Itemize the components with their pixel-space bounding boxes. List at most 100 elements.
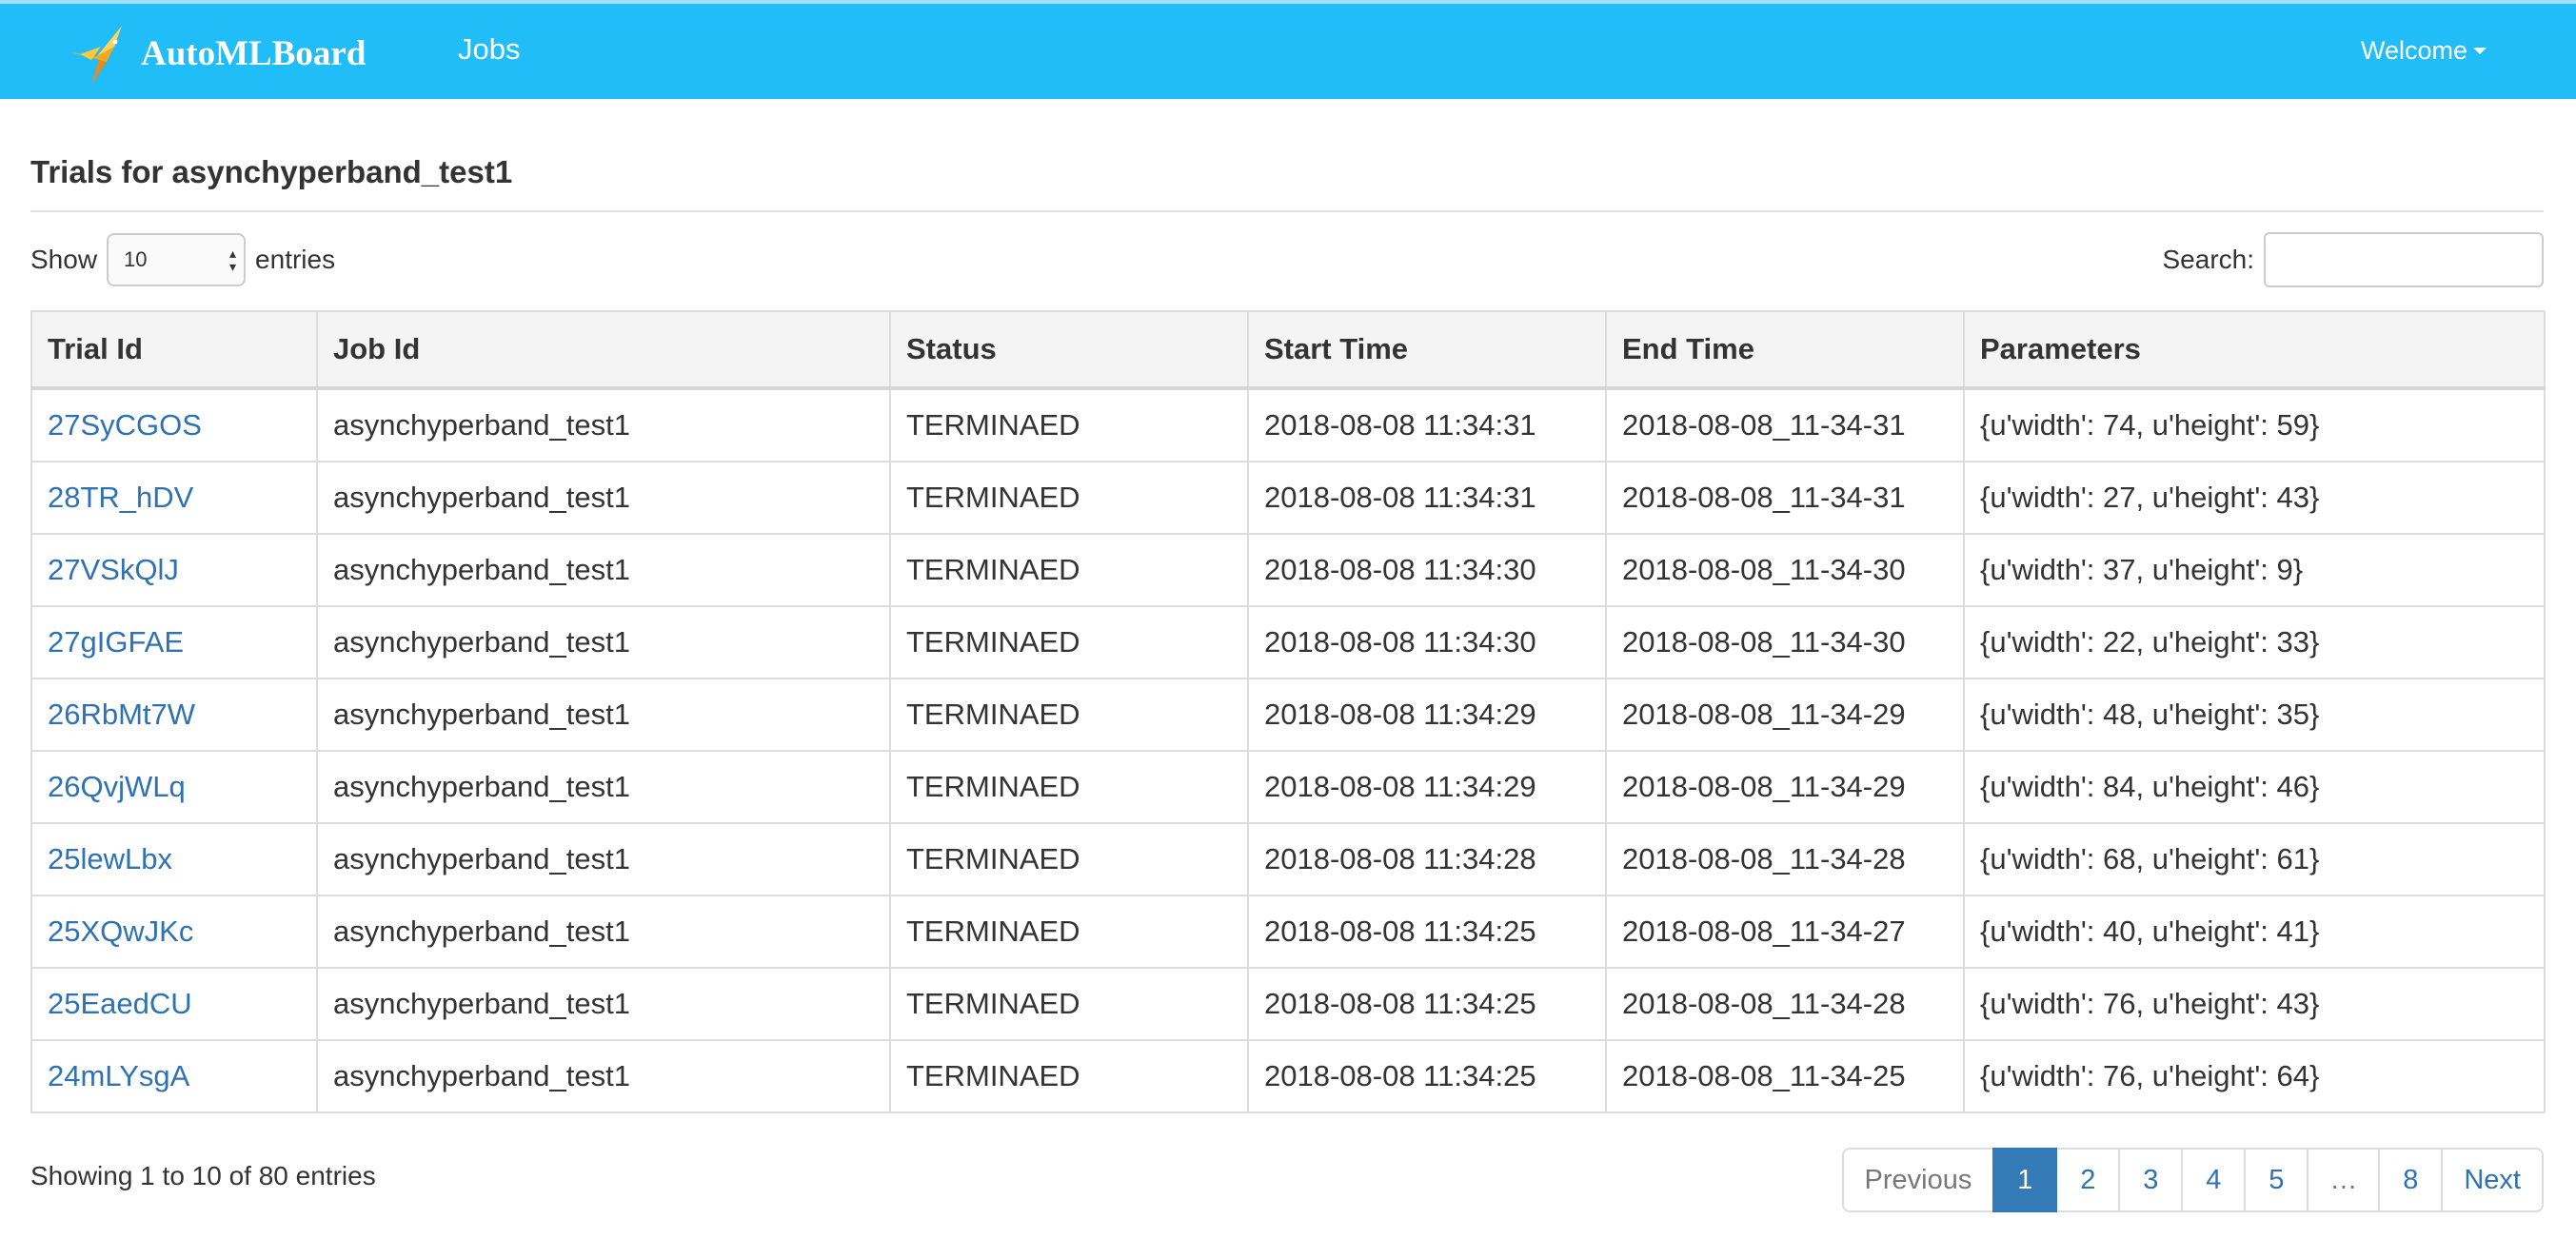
job-id-cell: asynchyperband_test1 <box>316 461 891 535</box>
start-time-cell: 2018-08-08 11:34:25 <box>1247 1039 1607 1113</box>
status-cell: TERMINAED <box>889 895 1249 969</box>
pagination-ellipsis: … <box>2307 1148 2381 1212</box>
trial-id-link[interactable]: 25XQwJKc <box>48 914 193 948</box>
trial-id-link[interactable]: 25EaedCU <box>48 987 192 1020</box>
column-header-start-time[interactable]: Start Time <box>1247 310 1607 390</box>
bird-logo-icon <box>70 26 122 85</box>
pagination: Previous 1 2 3 4 5 … 8 Next <box>1841 1148 2544 1212</box>
table-row: 27gIGFAE asynchyperband_test1 TERMINAED … <box>30 605 2546 679</box>
pagination-page-2[interactable]: 2 <box>2055 1148 2121 1212</box>
trial-id-link[interactable]: 28TR_hDV <box>48 481 193 514</box>
parameters-cell: {u'width': 74, u'height': 59} <box>1963 387 2546 462</box>
entries-select-value: 10 <box>124 247 148 271</box>
pagination-page-4[interactable]: 4 <box>2181 1148 2247 1212</box>
end-time-cell: 2018-08-08_11-34-28 <box>1605 822 1965 896</box>
parameters-cell: {u'width': 68, u'height': 61} <box>1963 822 2546 896</box>
parameters-cell: {u'width': 48, u'height': 35} <box>1963 678 2546 752</box>
welcome-dropdown[interactable]: Welcome <box>2361 36 2487 66</box>
welcome-label: Welcome <box>2360 36 2467 65</box>
end-time-cell: 2018-08-08_11-34-29 <box>1605 750 1965 824</box>
nav-jobs-link[interactable]: Jobs <box>458 32 520 67</box>
pagination-page-8[interactable]: 8 <box>2378 1148 2444 1212</box>
job-id-cell: asynchyperband_test1 <box>316 678 891 752</box>
page-title: Trials for asynchyperband_test1 <box>30 154 513 189</box>
column-header-status[interactable]: Status <box>889 310 1249 390</box>
parameters-cell: {u'width': 76, u'height': 64} <box>1963 1039 2546 1113</box>
job-id-cell: asynchyperband_test1 <box>316 1039 891 1113</box>
table-row: 25EaedCU asynchyperband_test1 TERMINAED … <box>30 967 2546 1041</box>
status-cell: TERMINAED <box>889 750 1249 824</box>
table-row: 24mLYsgA asynchyperband_test1 TERMINAED … <box>30 1039 2546 1113</box>
pagination-page-5[interactable]: 5 <box>2244 1148 2309 1212</box>
trial-id-cell: 25XQwJKc <box>30 895 318 969</box>
entries-length-control: Show 10 ▴ ▾ entries <box>30 232 335 287</box>
parameters-cell: {u'width': 37, u'height': 9} <box>1963 533 2546 607</box>
trial-id-cell: 27VSkQlJ <box>30 533 318 607</box>
trial-id-cell: 25EaedCU <box>30 967 318 1041</box>
pagination-page-3[interactable]: 3 <box>2118 1148 2184 1212</box>
start-time-cell: 2018-08-08 11:34:25 <box>1247 967 1607 1041</box>
caret-down-icon <box>2473 48 2487 54</box>
table-header-row: Trial Id Job Id Status Start Time End Ti… <box>30 310 2546 390</box>
entries-label: entries <box>255 245 336 274</box>
end-time-cell: 2018-08-08_11-34-31 <box>1605 461 1965 535</box>
parameters-cell: {u'width': 22, u'height': 33} <box>1963 605 2546 679</box>
parameters-cell: {u'width': 84, u'height': 46} <box>1963 750 2546 824</box>
end-time-cell: 2018-08-08_11-34-25 <box>1605 1039 1965 1113</box>
job-id-cell: asynchyperband_test1 <box>316 750 891 824</box>
table-row: 25lewLbx asynchyperband_test1 TERMINAED … <box>30 822 2546 896</box>
status-cell: TERMINAED <box>889 387 1249 462</box>
table-row: 28TR_hDV asynchyperband_test1 TERMINAED … <box>30 461 2546 535</box>
trial-id-link[interactable]: 26RbMt7W <box>48 698 195 731</box>
brand-link[interactable]: AutoMLBoard <box>63 17 366 89</box>
column-header-parameters[interactable]: Parameters <box>1963 310 2546 390</box>
trial-id-link[interactable]: 26QvjWLq <box>48 770 186 803</box>
trial-id-link[interactable]: 25lewLbx <box>48 842 172 875</box>
start-time-cell: 2018-08-08 11:34:28 <box>1247 822 1607 896</box>
table-row: 27SyCGOS asynchyperband_test1 TERMINAED … <box>30 387 2546 462</box>
job-id-cell: asynchyperband_test1 <box>316 822 891 896</box>
column-header-end-time[interactable]: End Time <box>1605 310 1965 390</box>
entries-select[interactable]: 10 ▴ ▾ <box>107 233 247 286</box>
start-time-cell: 2018-08-08 11:34:25 <box>1247 895 1607 969</box>
trial-id-link[interactable]: 24mLYsgA <box>48 1059 189 1092</box>
trial-id-cell: 26RbMt7W <box>30 678 318 752</box>
job-id-cell: asynchyperband_test1 <box>316 533 891 607</box>
parameters-cell: {u'width': 40, u'height': 41} <box>1963 895 2546 969</box>
pagination-previous-button[interactable]: Previous <box>1841 1148 1995 1212</box>
trial-id-link[interactable]: 27VSkQlJ <box>48 553 179 586</box>
trial-id-link[interactable]: 27SyCGOS <box>48 408 202 442</box>
search-label: Search: <box>2162 245 2255 274</box>
end-time-cell: 2018-08-08_11-34-27 <box>1605 895 1965 969</box>
start-time-cell: 2018-08-08 11:34:30 <box>1247 605 1607 679</box>
brand-name: AutoMLBoard <box>141 33 367 73</box>
status-cell: TERMINAED <box>889 533 1249 607</box>
end-time-cell: 2018-08-08_11-34-30 <box>1605 605 1965 679</box>
table-row: 25XQwJKc asynchyperband_test1 TERMINAED … <box>30 895 2546 969</box>
search-input[interactable] <box>2264 232 2544 287</box>
pagination-page-1[interactable]: 1 <box>1992 1148 2058 1212</box>
trial-id-cell: 24mLYsgA <box>30 1039 318 1113</box>
trials-table: Trial Id Job Id Status Start Time End Ti… <box>30 310 2546 1113</box>
trial-id-cell: 27gIGFAE <box>30 605 318 679</box>
column-header-job-id[interactable]: Job Id <box>316 310 891 390</box>
start-time-cell: 2018-08-08 11:34:29 <box>1247 750 1607 824</box>
trial-id-link[interactable]: 27gIGFAE <box>48 625 184 659</box>
trial-id-cell: 28TR_hDV <box>30 461 318 535</box>
status-cell: TERMINAED <box>889 822 1249 896</box>
show-label: Show <box>30 245 98 274</box>
select-arrows-icon: ▴ ▾ <box>229 246 237 274</box>
pagination-next-button[interactable]: Next <box>2441 1148 2544 1212</box>
end-time-cell: 2018-08-08_11-34-29 <box>1605 678 1965 752</box>
end-time-cell: 2018-08-08_11-34-30 <box>1605 533 1965 607</box>
parameters-cell: {u'width': 27, u'height': 43} <box>1963 461 2546 535</box>
end-time-cell: 2018-08-08_11-34-28 <box>1605 967 1965 1041</box>
start-time-cell: 2018-08-08 11:34:30 <box>1247 533 1607 607</box>
job-id-cell: asynchyperband_test1 <box>316 967 891 1041</box>
trials-table-body: 27SyCGOS asynchyperband_test1 TERMINAED … <box>30 387 2546 1113</box>
column-header-trial-id[interactable]: Trial Id <box>30 310 318 390</box>
table-info-text: Showing 1 to 10 of 80 entries <box>30 1161 376 1190</box>
trial-id-cell: 25lewLbx <box>30 822 318 896</box>
status-cell: TERMINAED <box>889 967 1249 1041</box>
table-row: 27VSkQlJ asynchyperband_test1 TERMINAED … <box>30 533 2546 607</box>
